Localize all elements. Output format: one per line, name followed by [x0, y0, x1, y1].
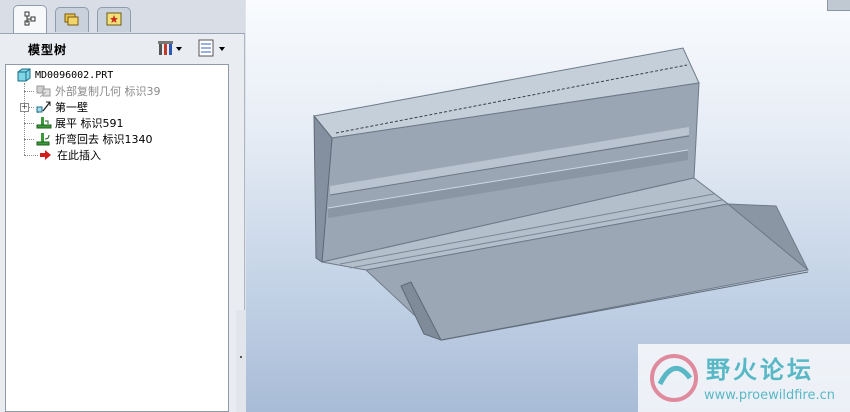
- tab-model-tree[interactable]: [13, 5, 47, 33]
- panel-splitter-handle[interactable]: [236, 310, 246, 412]
- tree-item-label: 第一壁: [55, 101, 88, 114]
- tree-connector: [24, 139, 34, 140]
- tab-folder-browser[interactable]: [55, 7, 89, 32]
- model-tree-icon: [22, 10, 38, 29]
- tree-columns-button[interactable]: [197, 39, 229, 60]
- model-tree-header: 模型树: [5, 36, 238, 62]
- watermark-logo-icon: [646, 350, 702, 409]
- model-tree-title: 模型树: [28, 42, 68, 57]
- tree-item-label: 展平 标识591: [55, 117, 124, 130]
- bend-back-icon: [36, 131, 52, 147]
- tab-favorites[interactable]: [97, 7, 131, 32]
- tree-item-copy-geometry[interactable]: 外部复制几何 标识39: [36, 83, 161, 99]
- navigator-panel: 模型树 + MD0096002.PRT 外部复制几何 标识39 第一壁 展平 标…: [0, 0, 246, 412]
- navigator-tabbar: [0, 0, 245, 34]
- part-icon: [16, 67, 32, 83]
- model-tree: + MD0096002.PRT 外部复制几何 标识39 第一壁 展平 标识591: [5, 64, 229, 412]
- insert-here-arrow-icon: [38, 147, 54, 163]
- tree-settings-icon: [157, 39, 183, 60]
- tree-item-bend-back[interactable]: 折弯回去 标识1340: [36, 131, 153, 147]
- first-wall-icon: [36, 99, 52, 115]
- expand-toggle[interactable]: +: [20, 103, 29, 112]
- watermark-title: 野火论坛: [706, 356, 814, 384]
- tree-item-insert-here[interactable]: 在此插入: [38, 147, 101, 163]
- tree-item-first-wall[interactable]: 第一壁: [36, 99, 88, 115]
- tree-connector: [24, 123, 34, 124]
- tree-root-label: MD0096002.PRT: [35, 69, 114, 81]
- watermark: 野火论坛 www.proewildfire.cn: [638, 344, 850, 412]
- favorites-icon: [105, 11, 123, 30]
- tree-item-label: 折弯回去 标识1340: [55, 133, 153, 146]
- graphics-viewport[interactable]: 野火论坛 www.proewildfire.cn: [246, 0, 850, 412]
- tree-item-label: 外部复制几何 标识39: [55, 85, 161, 98]
- tree-item-unbend[interactable]: 展平 标识591: [36, 115, 124, 131]
- unbend-icon: [36, 115, 52, 131]
- tree-columns-icon: [197, 39, 229, 60]
- tree-connector: [24, 83, 25, 155]
- tree-settings-button[interactable]: [157, 40, 183, 58]
- copy-geometry-icon: [36, 83, 52, 99]
- tree-root[interactable]: MD0096002.PRT: [16, 67, 113, 83]
- watermark-url: www.proewildfire.cn: [704, 388, 835, 403]
- tree-connector: [24, 91, 34, 92]
- tree-connector: [24, 155, 38, 156]
- folder-browser-icon: [63, 11, 81, 30]
- tree-item-label: 在此插入: [57, 149, 101, 162]
